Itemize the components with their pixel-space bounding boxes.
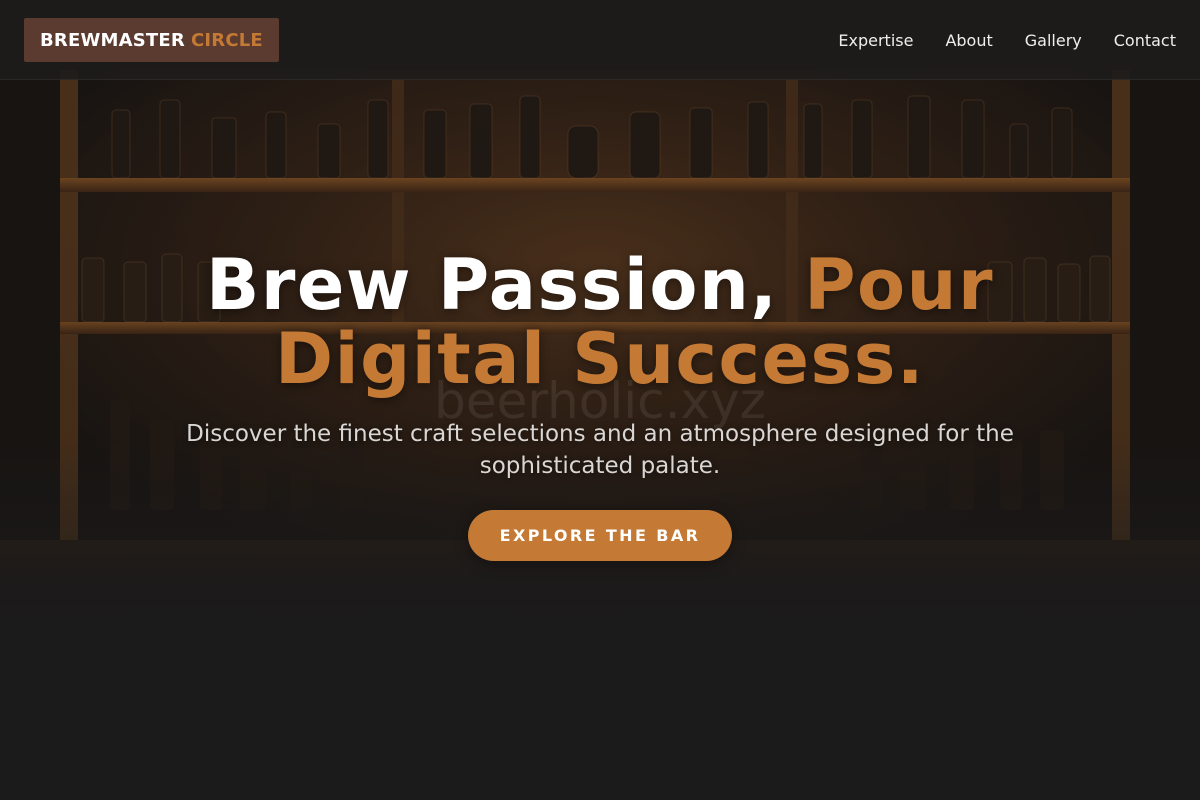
main-nav: Expertise About Gallery Contact xyxy=(838,0,1176,80)
brand-logo[interactable]: BREWMASTER CIRCLE xyxy=(24,18,279,62)
brand-name-accent: CIRCLE xyxy=(190,29,263,51)
page: BREWMASTER CIRCLE Expertise About Galler… xyxy=(0,0,1200,800)
brand-name: BREWMASTER xyxy=(40,29,185,51)
site-header: BREWMASTER CIRCLE Expertise About Galler… xyxy=(0,0,1200,80)
hero-title-main: Brew Passion, xyxy=(205,244,779,326)
explore-bar-button[interactable]: EXPLORE THE BAR xyxy=(467,510,733,561)
hero-title: Brew Passion, Pour Digital Success. xyxy=(100,248,1100,396)
hero-subtitle: Discover the finest craft selections and… xyxy=(186,421,1014,479)
hero-section: Brew Passion, Pour Digital Success. Disc… xyxy=(0,248,1200,561)
nav-item-expertise[interactable]: Expertise xyxy=(838,31,913,50)
nav-item-contact[interactable]: Contact xyxy=(1114,31,1176,50)
nav-item-gallery[interactable]: Gallery xyxy=(1025,31,1082,50)
nav-item-about[interactable]: About xyxy=(945,31,992,50)
